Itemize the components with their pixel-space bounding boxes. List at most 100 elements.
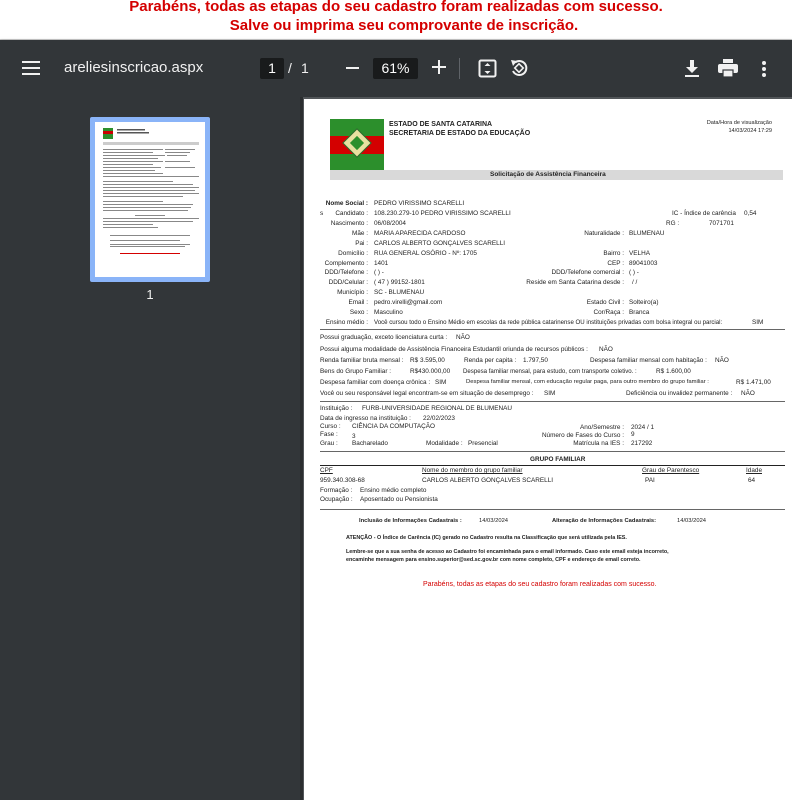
nascimento-label: Nascimento : [330,220,368,227]
file-title: areliesinscricao.aspx [64,59,204,76]
percapita-label: Renda per capita : [464,357,517,364]
bairro-label: Bairro : [603,250,624,257]
grupo-header-cpf: CPF [320,467,333,474]
ensino-label: Ensino médio : [325,319,368,326]
zoom-out-icon[interactable] [346,67,359,69]
deficiencia-value: NÃO [741,390,755,397]
pdf-toolbar: areliesinscricao.aspx 1 / 1 61% [0,40,792,97]
grupo-familiar-title: GRUPO FAMILIAR [530,456,586,463]
page-number-input[interactable]: 1 [260,58,284,79]
state-flag-logo [330,119,384,171]
matricula-label: Matrícula na IES : [573,440,624,447]
grau-value: Bacharelado [352,440,388,447]
rg-label: RG : [666,220,680,227]
lembre-note-line1: Lembre-se que a sua senha de acesso ao C… [346,549,669,555]
outro-membro-value: R$ 1.471,00 [736,379,771,386]
complemento-label: Complemento : [324,260,368,267]
rg-value: 7071701 [709,220,734,227]
bens-value: R$430.000,00 [410,368,451,375]
modalidade-value: Presencial [468,440,498,447]
fase-label: Fase : [320,431,338,438]
num-fases-label: Número de Fases do Curso : [541,432,624,439]
outro-membro-label: Despesa familiar mensal, com educação re… [466,379,709,385]
formacao-value: Ensino médio completo [360,487,427,494]
nome-social-label: Nome Social : [325,200,368,207]
cor-label: Cor/Raça : [593,309,624,316]
desemprego-value: SIM [544,390,556,397]
success-message-line2: Salve ou imprima seu comprovante de insc… [229,17,579,34]
pdf-page: ESTADO DE SANTA CATARINA SECRETARIA DE E… [304,99,792,800]
grupo-row-nome: CARLOS ALBERTO GONÇALVES SCARELLI [422,477,554,484]
page-thumbnail[interactable] [90,117,210,282]
toolbar-divider [459,58,460,79]
estado-civil-value: Solteiro(a) [629,299,659,306]
mae-label: Mãe : [352,230,368,237]
grupo-row-idade: 64 [748,477,756,484]
rotate-icon[interactable] [509,58,529,78]
curso-label: Curso : [320,423,341,430]
divider-1 [320,329,785,330]
ic-value: 0,54 [744,210,757,217]
complemento-value: 1401 [374,260,389,267]
reside-label: Reside em Santa Catarina desde : [526,279,624,286]
divider-4 [320,509,785,510]
reside-value: / / [632,279,638,286]
curso-value: CIÊNCIA DA COMPUTAÇÃO [352,423,435,430]
zoom-input[interactable]: 61% [373,58,418,79]
fit-to-page-icon[interactable] [478,59,497,78]
pai-label: Pai : [355,240,368,247]
grupo-header-line [320,465,785,466]
cep-value: 89041003 [629,260,658,267]
cep-label: CEP : [607,260,624,267]
org-line2: SECRETARIA DE ESTADO DA EDUCAÇÃO [389,130,531,137]
lembre-note-line2: encaminhe mensagem para ensino.superior@… [346,557,641,563]
num-fases-value: 9 [631,431,635,438]
domicilio-label: Domicílio : [338,250,368,257]
instituicao-value: FURB-UNIVERSIDADE REGIONAL DE BLUMENAU [362,405,512,412]
ic-label: IC - Índice de carência [672,210,736,217]
domicilio-value: RUA GENERAL OSÓRIO - Nº: 1705 [374,250,477,257]
ensino-answer: SIM [752,319,764,326]
candidato-label: Candidato : [335,210,368,217]
doenca-label: Despesa familiar com doença crônica : [320,379,431,386]
page-total: 1 [301,60,309,76]
alteracao-value: 14/03/2024 [677,518,707,524]
pos-value: NÃO [456,334,470,341]
thumbnail-page-number: 1 [146,287,154,302]
modalidade-label: Modalidade : [426,440,463,447]
mae-value: MARIA APARECIDA CARDOSO [374,230,466,237]
ingresso-value: 22/02/2023 [423,415,455,422]
grupo-header-nome: Nome do membro do grupo familiar [422,467,523,474]
ddd-comercial-label: DDD/Telefone comercial : [551,269,624,276]
bens-label: Bens do Grupo Familiar : [320,368,392,375]
more-options-icon[interactable] [762,61,766,77]
desemprego-label: Você ou seu responsável legal encontram-… [320,390,534,397]
sexo-value: Masculino [374,309,403,316]
cor-value: Branca [629,309,650,316]
ddd-telefone-label: DDD/Telefone : [324,269,368,276]
section-title: Solicitação de Assistência Financeira [490,171,606,178]
page-separator: / [288,60,292,76]
habitacao-value: NÃO [715,357,729,364]
ingresso-label: Data de ingresso na instituição : [320,415,411,422]
municipio-value: SC - BLUMENAU [374,289,425,296]
ano-semestre-label: Ano/Semestre : [579,424,624,431]
ddd-celular-label: DDD/Celular : [328,279,368,286]
divider-3 [320,451,785,452]
ddd-celular-value: ( 47 ) 99152-1801 [374,279,425,286]
datetime-value: 14/03/2024 17:29 [728,128,772,134]
modalidade-assist-value: NÃO [599,346,613,353]
grau-label: Grau : [320,440,338,447]
download-icon[interactable] [683,59,701,78]
pai-value: CARLOS ALBERTO GONÇALVES SCARELLI [374,240,506,247]
matricula-value: 217292 [631,440,653,447]
doenca-value: SIM [435,379,447,386]
instituicao-label: Instituição : [320,405,353,412]
sidebar-divider [300,97,303,800]
menu-icon[interactable] [22,61,40,75]
estado-civil-label: Estado Civil : [586,299,624,306]
pos-label: Possui graduação, exceto licenciatura cu… [320,334,448,341]
divider-2 [320,401,785,402]
zoom-in-icon[interactable] [432,60,446,74]
print-icon[interactable] [718,59,738,78]
